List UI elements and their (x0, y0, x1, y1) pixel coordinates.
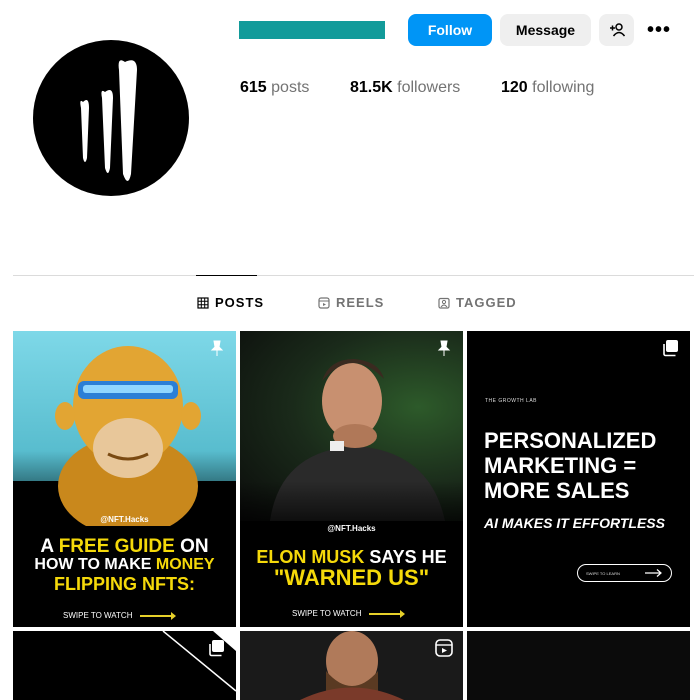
tab-posts-label: POSTS (215, 295, 265, 310)
username-redacted (239, 21, 385, 39)
post-3-headline: PERSONALIZED MARKETING = MORE SALES (484, 428, 656, 503)
arrow-right-icon (645, 569, 662, 577)
post-1-line-1-a: A (40, 536, 59, 557)
posts-label: posts (271, 79, 310, 96)
post-1-line-2-a: HOW TO MAKE (34, 556, 156, 573)
post-1-line-1-b: FREE GUIDE (58, 536, 175, 557)
post-handle: @NFT.Hacks (100, 515, 149, 524)
post-tile-4[interactable] (13, 631, 236, 700)
post-3-line-1: PERSONALIZED (484, 428, 657, 453)
swipe-hint: SWIPE TO WATCH (63, 611, 177, 620)
followers-label: followers (397, 79, 461, 96)
posts-count: 615 posts (240, 79, 309, 97)
post-3-subline: AI MAKES IT EFFORTLESS (484, 515, 665, 531)
add-user-icon (609, 23, 625, 37)
arrow-right-icon (140, 611, 177, 620)
post-tile-6[interactable] (467, 631, 690, 700)
tagged-icon (438, 297, 450, 309)
pin-icon (210, 340, 224, 356)
add-user-button[interactable] (599, 14, 634, 46)
post-2-line-2: "WARNED US" (273, 565, 430, 590)
post-tile-3[interactable]: THE GROWTH LAB PERSONALIZED MARKETING = … (467, 331, 690, 627)
follow-button[interactable]: Follow (408, 14, 492, 46)
post-1-line-1: A FREE GUIDE ON (13, 537, 236, 556)
person-photo (240, 631, 463, 700)
post-2-line-1-a: ELON MUSK (256, 547, 365, 567)
grid-icon (197, 296, 209, 309)
post-1-line-1-c: ON (174, 536, 209, 557)
followers-count-value: 81.5K (350, 79, 393, 96)
swipe-pill: SWIPE TO LEARN (577, 564, 672, 582)
ape-illustration (55, 346, 201, 526)
reels-icon (435, 639, 453, 657)
active-tab-indicator (196, 275, 257, 276)
carousel-icon (663, 340, 678, 357)
post-1-line-2-b: MONEY (155, 556, 215, 573)
followers-link[interactable]: 81.5K followers (350, 79, 460, 97)
more-options-button[interactable]: ••• (642, 14, 676, 46)
following-label: following (532, 79, 595, 96)
post-tile-5[interactable] (240, 631, 463, 700)
swipe-pill-label: SWIPE TO LEARN (586, 570, 620, 576)
diagonal-line-graphic (162, 631, 236, 692)
tab-reels[interactable]: REELS (318, 295, 384, 310)
reels-icon (318, 296, 330, 309)
carousel-icon (209, 640, 224, 657)
post-3-line-3: MORE SALES (484, 478, 630, 503)
post-1-line-2: HOW TO MAKE MONEY (13, 557, 236, 573)
tab-tagged-label: TAGGED (456, 295, 517, 310)
following-count-value: 120 (501, 79, 528, 96)
tab-reels-label: REELS (336, 295, 385, 310)
pin-icon (437, 340, 451, 356)
tabs-divider (13, 275, 694, 276)
swipe-label: SWIPE TO WATCH (292, 609, 362, 618)
profile-avatar[interactable] (33, 40, 189, 196)
message-button[interactable]: Message (500, 14, 591, 46)
brand-small-text: THE GROWTH LAB (485, 398, 538, 404)
following-link[interactable]: 120 following (501, 79, 594, 97)
swipe-label: SWIPE TO WATCH (63, 611, 133, 620)
post-handle: @NFT.Hacks (327, 524, 376, 533)
tab-tagged[interactable]: TAGGED (438, 295, 517, 310)
post-2-line-1: ELON MUSK SAYS HE (240, 548, 463, 566)
post-2-line-1-b: SAYS HE (364, 547, 447, 567)
post-tile-2[interactable]: @NFT.Hacks ELON MUSK SAYS HE "WARNED US"… (240, 331, 463, 627)
post-3-line-2: MARKETING = (484, 453, 637, 478)
swipe-hint: SWIPE TO WATCH (292, 609, 406, 618)
arrow-right-icon (369, 609, 406, 618)
post-tile-1[interactable]: @NFT.Hacks A FREE GUIDE ON HOW TO MAKE M… (13, 331, 236, 627)
tab-posts[interactable]: POSTS (197, 295, 264, 310)
post-1-line-3: FLIPPING NFTS: (54, 574, 195, 594)
posts-count-value: 615 (240, 79, 267, 96)
logo-icon (80, 60, 137, 182)
